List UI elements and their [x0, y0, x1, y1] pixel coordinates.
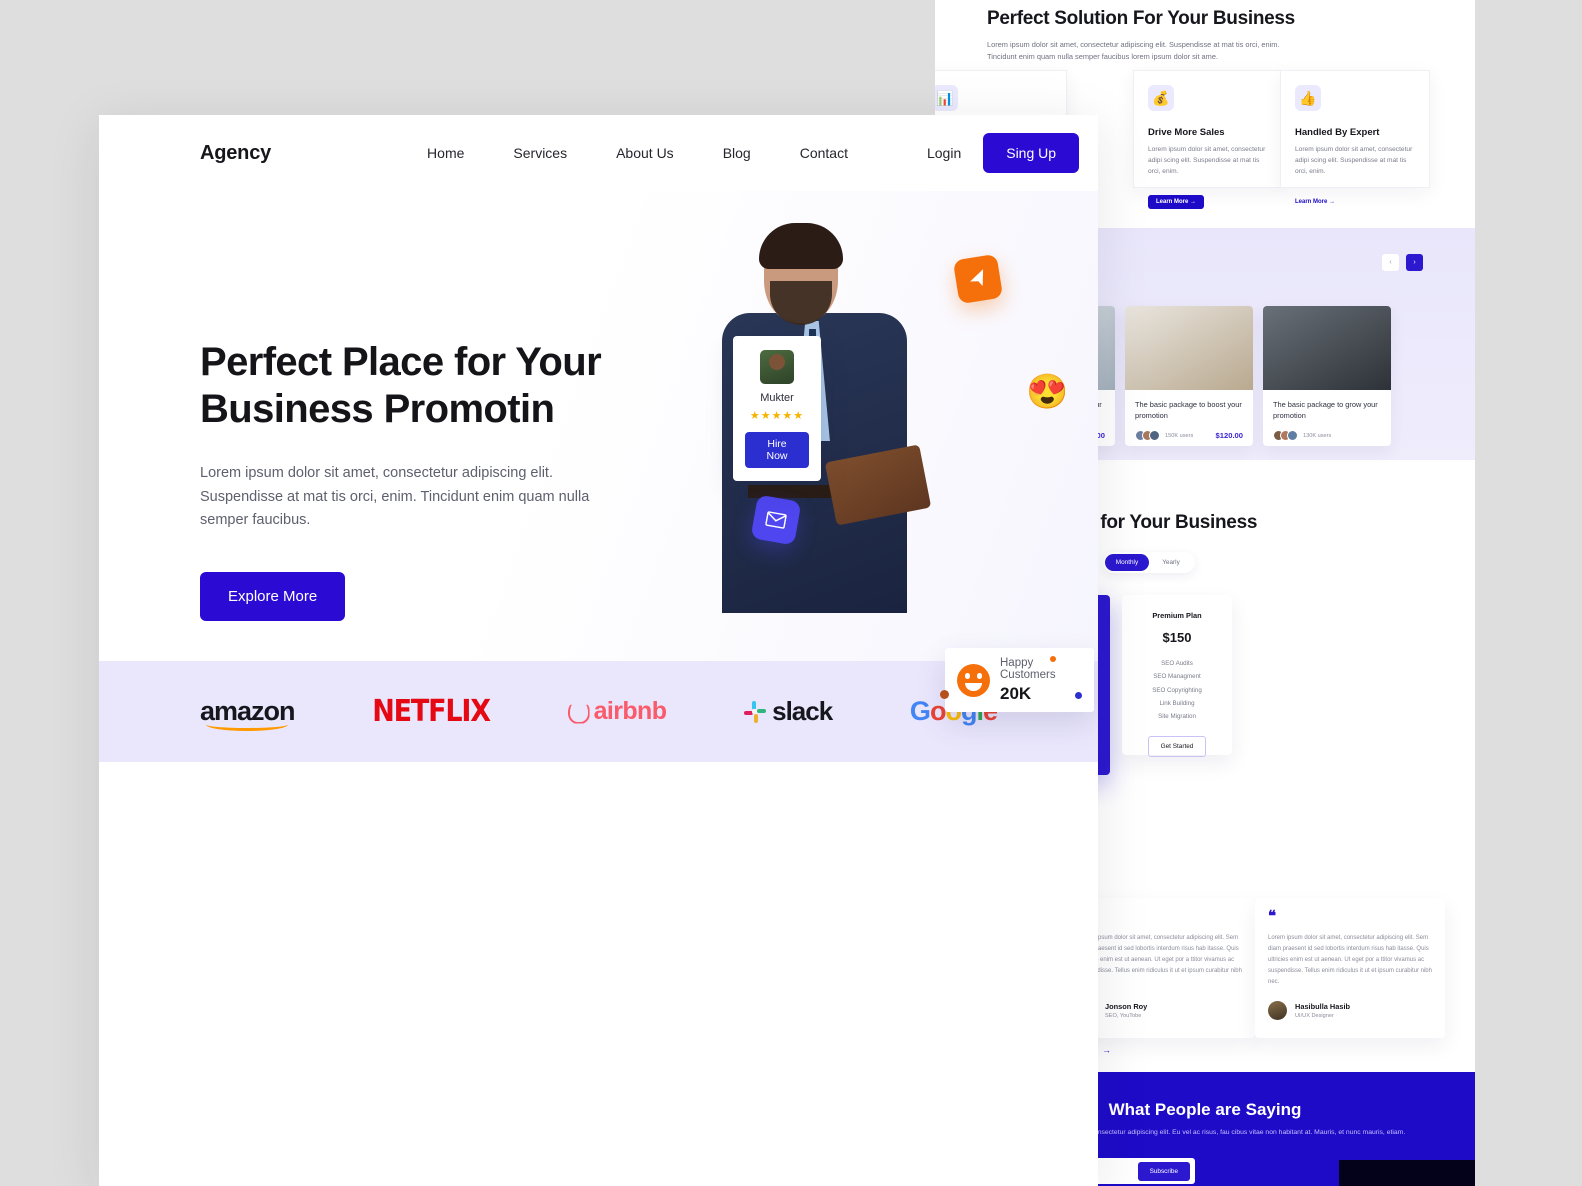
subscribe-button[interactable]: Subscribe: [1137, 1161, 1190, 1181]
signup-button[interactable]: Sing Up: [983, 133, 1080, 173]
main-navigation: Home Services About Us Blog Contact: [427, 145, 848, 161]
screenshot-stage: Perfect Solution For Your Business Lorem…: [0, 0, 1582, 1186]
hero-title-line-1: Perfect Place for Your: [200, 340, 602, 384]
decorative-dot: [1050, 656, 1056, 662]
decorative-dot: [1075, 692, 1082, 699]
bg-testimonial-card[interactable]: ❝ Lorem ipsum dolor sit amet, consectetu…: [1255, 898, 1445, 1038]
happy-customers-value: 20K: [1000, 683, 1032, 703]
happy-customers-label: Happy Customers: [1000, 656, 1056, 681]
bg-solution-title: Perfect Solution For Your Business: [987, 8, 1295, 29]
mail-icon: [750, 494, 802, 546]
package-title: The basic package to grow your promotion: [1273, 400, 1378, 421]
nav-item-blog[interactable]: Blog: [723, 145, 751, 161]
carousel-prev-icon[interactable]: ‹: [1382, 254, 1399, 271]
hero-section: Perfect Place for Your Business Promotin…: [99, 191, 1098, 712]
testimonial-next-arrow[interactable]: →: [1102, 1045, 1117, 1055]
bg-learn-more-button[interactable]: Learn More →: [1148, 194, 1205, 209]
bg-package-card[interactable]: The basic package to grow your promotion…: [1263, 306, 1391, 446]
logo-amazon: amazon: [200, 696, 296, 731]
logo-slack: slack: [744, 696, 833, 727]
bg-solution-card-2[interactable]: 💰 Drive More Sales Lorem ipsum dolor sit…: [1133, 70, 1283, 209]
toggle-yearly[interactable]: Yearly: [1149, 554, 1193, 571]
bg-solution-card-3[interactable]: 👍 Handled By Expert Lorem ipsum dolor si…: [1280, 70, 1430, 205]
nav-item-about-us[interactable]: About Us: [616, 145, 674, 161]
carousel-next-icon[interactable]: ›: [1406, 254, 1423, 271]
package-users: 150K users: [1165, 432, 1194, 439]
testimonial-name: Jonson Roy: [1105, 1002, 1148, 1012]
bg-card-title: Handled By Expert: [1295, 127, 1380, 138]
testimonial-body: Lorem ipsum dolor sit amet, consectetur …: [1078, 935, 1242, 985]
businessman-photo: [644, 153, 1074, 623]
smiley-face-icon: [957, 663, 990, 697]
testimonial-author: Jonson Roy SEO, YouTobe: [1078, 1001, 1242, 1021]
bg-solution-paragraph: Lorem ipsum dolor sit amet, consectetur …: [987, 40, 1280, 62]
site-builder-section: ♥ Customers Satisfaction 85.5 The Most A…: [99, 762, 1098, 1162]
bg-card-body: Lorem ipsum dolor sit amet, consectetur …: [1148, 146, 1266, 176]
bg-plan-card-premium[interactable]: Premium Plan $150 SEO Audits SEO Managme…: [1122, 595, 1232, 757]
send-icon: [952, 253, 1004, 305]
thumbs-up-icon: 👍: [1295, 85, 1321, 111]
main-landing-page: Agency Home Services About Us Blog Conta…: [99, 115, 1098, 1186]
package-users: 130K users: [1303, 432, 1332, 439]
testimonial-name: Hasibulla Hasib: [1295, 1002, 1351, 1012]
package-avatars: 150K users: [1135, 430, 1194, 442]
chart-icon: 📊: [935, 85, 958, 111]
hire-now-button[interactable]: Hire Now: [745, 432, 809, 468]
package-photo: [1125, 306, 1253, 390]
hero-title-line-2: Business Promotin: [200, 387, 555, 432]
avatar: [1268, 1001, 1287, 1021]
bg-package-card[interactable]: The basic package to boost your promotio…: [1125, 306, 1253, 446]
plan-get-started-button[interactable]: Get Started: [1147, 735, 1207, 757]
auth-actions: Login Sing Up: [927, 133, 1080, 173]
hero-copy: Perfect Place for Your Business Promotin…: [200, 339, 620, 621]
slack-mark-icon: [744, 700, 767, 723]
money-bag-icon: 💰: [1148, 85, 1174, 111]
explore-more-button[interactable]: Explore More: [200, 571, 346, 621]
package-photo: [1263, 306, 1391, 390]
nav-item-contact[interactable]: Contact: [800, 145, 848, 161]
hero-title: Perfect Place for Your Business Promotin: [200, 339, 620, 433]
package-title: The basic package to boost your promotio…: [1135, 400, 1242, 421]
package-avatars: 130K users: [1273, 430, 1332, 442]
nav-item-services[interactable]: Services: [513, 145, 567, 161]
brand-logo[interactable]: Agency: [200, 142, 271, 165]
bg-packages-nav[interactable]: ‹ ›: [1382, 254, 1423, 271]
toggle-monthly[interactable]: Monthly: [1105, 554, 1149, 571]
plan-features: SEO Audits SEO Managment SEO Copyrightin…: [1152, 660, 1202, 721]
person-hair: [759, 223, 843, 269]
bg-solution-section: Perfect Solution For Your Business Lorem…: [987, 8, 1457, 63]
testimonial-role: UI/UX Designer: [1295, 1013, 1334, 1020]
bg-learn-more-link[interactable]: Learn More →: [1295, 199, 1335, 205]
nav-item-home[interactable]: Home: [427, 145, 464, 161]
bg-card-title: Drive More Sales: [1148, 127, 1225, 138]
hero-paragraph: Lorem ipsum dolor sit amet, consectetur …: [200, 465, 590, 529]
testimonial-body: Lorem ipsum dolor sit amet, consectetur …: [1268, 935, 1432, 986]
testimonial-author: Hasibulla Hasib UI/UX Designer: [1268, 1001, 1432, 1021]
login-link[interactable]: Login: [927, 145, 961, 161]
testimonial-role: SEO, YouTobe: [1105, 1013, 1142, 1020]
quote-icon: ❝: [1268, 909, 1277, 925]
bg-footer-strip: [1339, 1160, 1475, 1186]
package-price: $120.00: [1215, 431, 1243, 441]
plan-price: $150: [1162, 630, 1192, 645]
star-rating: ★★★★★: [749, 410, 805, 422]
billing-period-toggle[interactable]: Monthly Yearly: [1103, 552, 1195, 573]
logo-netflix: NETFLIX: [372, 694, 491, 729]
bg-card-body: Lorem ipsum dolor sit amet, consectetur …: [1295, 146, 1413, 176]
decorative-dot: [940, 690, 949, 699]
happy-customers-card: Happy Customers 20K: [940, 648, 1094, 712]
hire-card-name: Mukter: [760, 392, 794, 404]
heart-eyes-emoji: 😍: [1026, 373, 1069, 411]
avatar: [760, 350, 794, 384]
quote-icon: ❝: [1078, 910, 1242, 925]
plan-name: Premium Plan: [1152, 611, 1202, 620]
hire-card[interactable]: Mukter ★★★★★ Hire Now: [733, 336, 821, 481]
site-header: Agency Home Services About Us Blog Conta…: [99, 115, 1098, 191]
logo-airbnb: airbnb: [567, 697, 667, 726]
hero-illustration: 😍 Mukter ★★★★★ Hire Now Happy Customers …: [644, 153, 1094, 712]
